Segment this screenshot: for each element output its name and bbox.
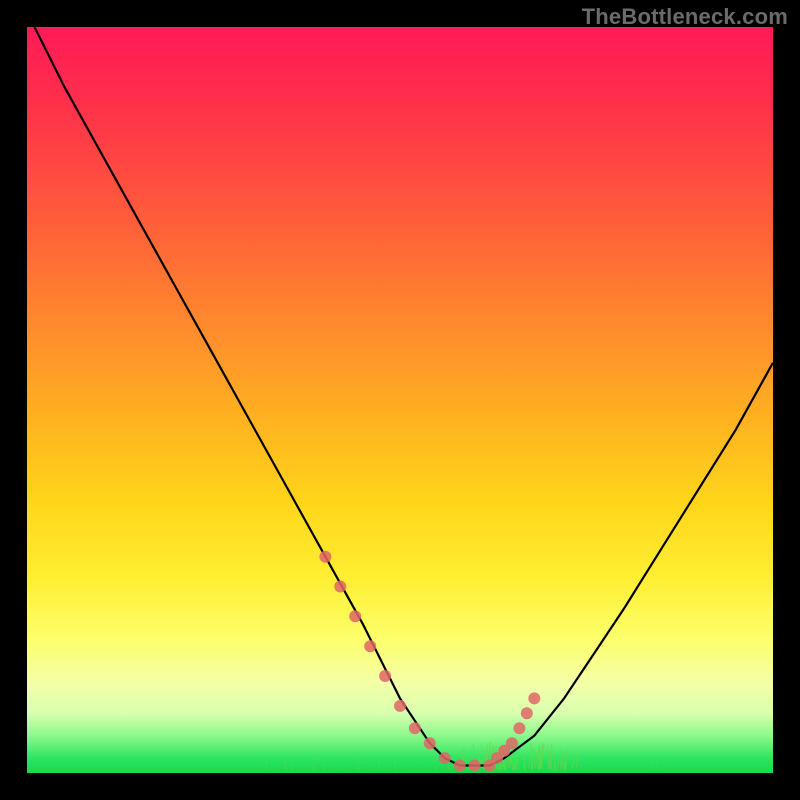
- grass-stroke: [557, 757, 560, 770]
- highlighted-markers: [319, 551, 540, 772]
- grass-stroke: [572, 757, 574, 769]
- grass-stroke: [540, 745, 541, 769]
- bottleneck-curve: [35, 27, 774, 766]
- grass-stroke: [356, 757, 358, 771]
- marker-dot: [424, 737, 436, 749]
- grass-stroke: [312, 764, 313, 772]
- marker-dot: [319, 551, 331, 563]
- marker-dot: [521, 707, 533, 719]
- marker-dot: [349, 610, 361, 622]
- marker-dot: [394, 700, 406, 712]
- grass-stroke: [542, 766, 544, 770]
- grass-stroke: [313, 757, 315, 771]
- grass-stroke: [528, 754, 530, 768]
- chart-svg: [27, 27, 773, 773]
- marker-dot: [513, 722, 525, 734]
- grass-stroke: [379, 761, 380, 772]
- marker-dot: [469, 760, 481, 772]
- chart-frame: TheBottleneck.com: [0, 0, 800, 800]
- grass-stroke: [436, 767, 437, 772]
- marker-dot: [439, 752, 451, 764]
- grass-stroke: [517, 755, 519, 769]
- marker-dot: [409, 722, 421, 734]
- grass-stroke: [657, 762, 658, 770]
- plot-area: [27, 27, 773, 773]
- marker-dot: [379, 670, 391, 682]
- grass-stroke: [285, 761, 287, 772]
- marker-dot: [506, 737, 518, 749]
- marker-dot: [528, 692, 540, 704]
- grass-stroke: [580, 759, 581, 770]
- grass-stroke: [652, 763, 653, 770]
- marker-dot: [334, 581, 346, 593]
- grass-stroke: [338, 763, 340, 771]
- marker-dot: [364, 640, 376, 652]
- grass-stroke: [394, 762, 395, 770]
- grass-stroke: [561, 761, 562, 771]
- grass-stroke: [576, 754, 578, 768]
- grass-stroke: [547, 745, 548, 769]
- watermark-text: TheBottleneck.com: [582, 4, 788, 30]
- grass-stroke: [265, 760, 267, 770]
- marker-dot: [454, 760, 466, 772]
- grass-stroke: [591, 766, 593, 771]
- grass-stroke: [510, 759, 511, 767]
- grass-stroke: [323, 763, 324, 772]
